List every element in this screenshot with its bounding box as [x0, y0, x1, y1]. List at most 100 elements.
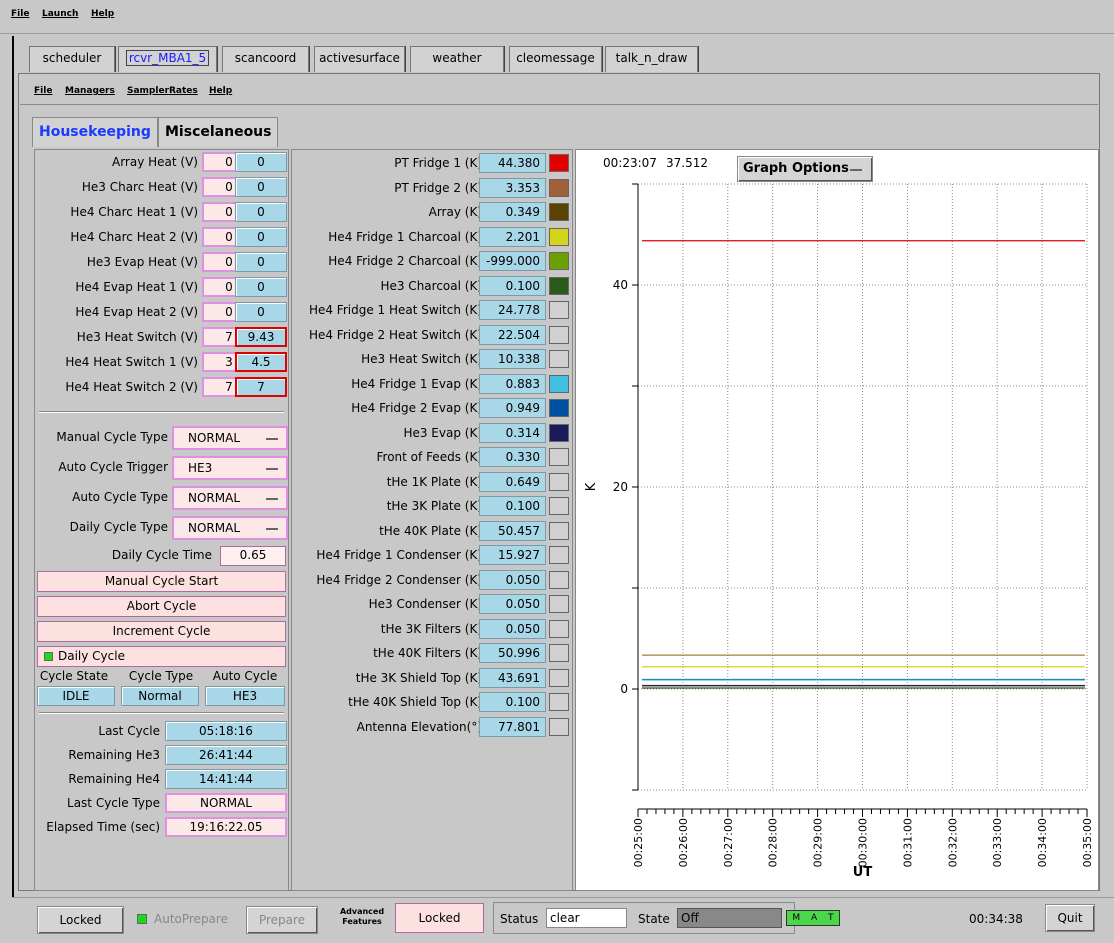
temperature-label: tHe 40K Filters (K): [373, 646, 482, 660]
series-color-swatch[interactable]: [549, 374, 569, 393]
cycle-select[interactable]: HE3: [172, 456, 288, 480]
cycle-select-label: Auto Cycle Trigger: [58, 460, 168, 474]
series-color-swatch[interactable]: [549, 570, 569, 589]
daily-cycle-toggle[interactable]: Daily Cycle: [37, 646, 286, 667]
tab-weather[interactable]: weather: [410, 46, 504, 72]
temperature-value: 43.691: [479, 667, 546, 688]
heater-label: He3 Charc Heat (V): [81, 180, 198, 194]
series-color-swatch[interactable]: [549, 252, 569, 270]
series-color-swatch[interactable]: [549, 399, 569, 417]
heater-readback: 0: [235, 202, 287, 222]
series-color-swatch[interactable]: [549, 546, 569, 564]
series-color-swatch[interactable]: [549, 448, 569, 466]
temperature-label: He4 Fridge 2 Evap (K): [351, 401, 482, 415]
temperature-value: 0.050: [479, 569, 546, 590]
series-color-swatch[interactable]: [549, 276, 569, 295]
series-color-swatch[interactable]: [549, 693, 569, 711]
submenu-help[interactable]: Help: [209, 86, 232, 96]
prepare-button[interactable]: Prepare: [246, 906, 318, 934]
series-color-swatch[interactable]: [549, 595, 569, 613]
submenu-managers[interactable]: Managers: [65, 86, 115, 96]
temperature-value: 44.380: [479, 153, 546, 173]
temperature-label: He3 Evap (K): [403, 425, 482, 440]
tab-rcvr[interactable]: rcvr_MBA1_5: [118, 46, 217, 72]
temperature-value: 50.457: [479, 520, 546, 541]
series-color-swatch[interactable]: [549, 668, 569, 687]
series-color-swatch[interactable]: [549, 472, 569, 491]
temperature-label: He4 Fridge 1 Evap (K): [351, 376, 482, 391]
menu-launch[interactable]: Launch: [42, 9, 78, 19]
advanced-locked-button[interactable]: Locked: [395, 903, 484, 933]
menu-file[interactable]: File: [11, 9, 29, 19]
temperature-value: 0.100: [479, 275, 546, 296]
tab-activesurface[interactable]: activesurface: [314, 46, 405, 72]
temperature-label: tHe 1K Plate (K): [386, 474, 482, 489]
series-color-swatch[interactable]: [549, 301, 569, 319]
temperature-label: Array (K): [428, 205, 482, 219]
temperature-value: 0.330: [479, 447, 546, 467]
abort-cycle-button[interactable]: Abort Cycle: [37, 596, 286, 617]
cycle-select[interactable]: NORMAL: [172, 486, 288, 510]
clock: 00:34:38: [969, 912, 1023, 926]
manual-cycle-start-button[interactable]: Manual Cycle Start: [37, 571, 286, 592]
heater-label: Array Heat (V): [112, 155, 198, 169]
series-color-swatch[interactable]: [549, 521, 569, 540]
state-label: State: [638, 912, 670, 926]
increment-cycle-button[interactable]: Increment Cycle: [37, 621, 286, 642]
cycle-state-value: IDLE: [37, 686, 115, 706]
temperature-label: Antenna Elevation(°): [356, 719, 482, 734]
heater-label: He4 Evap Heat 1 (V): [75, 280, 198, 294]
heater-label: He4 Heat Switch 1 (V): [65, 355, 198, 369]
submenu-file[interactable]: File: [34, 86, 52, 96]
autoprepare-indicator: [137, 914, 147, 924]
series-color-swatch[interactable]: [549, 178, 569, 197]
temperature-value: 0.314: [479, 422, 546, 443]
series-color-swatch[interactable]: [549, 497, 569, 515]
tab-cleomessage[interactable]: cleomessage: [509, 46, 602, 72]
heater-readback: 7: [235, 377, 287, 397]
tab-talk-n-draw[interactable]: talk_n_draw: [605, 46, 698, 72]
tab-scancoord[interactable]: scancoord: [222, 46, 309, 72]
series-color-swatch[interactable]: [549, 325, 569, 344]
series-color-swatch[interactable]: [549, 350, 569, 368]
cycle-info-value: 19:16:22.05: [165, 817, 287, 837]
submenu-samplerrates[interactable]: SamplerRates: [127, 86, 198, 96]
series-color-swatch[interactable]: [549, 227, 569, 246]
quit-button[interactable]: Quit: [1045, 904, 1095, 932]
y-tick-label: 20: [613, 480, 628, 494]
series-color-swatch[interactable]: [549, 423, 569, 442]
temperature-value: 0.100: [479, 496, 546, 516]
cycle-info-label: Remaining He3: [68, 748, 160, 762]
cycle-select[interactable]: NORMAL: [172, 516, 288, 540]
cycle-panel: Array Heat (V) 0 0 He3 Charc Heat (V) 0 0 He4 …: [34, 149, 289, 891]
cycle-select[interactable]: NORMAL: [172, 426, 288, 450]
heater-label: He3 Heat Switch (V): [76, 330, 198, 344]
tab-housekeeping[interactable]: Housekeeping: [32, 117, 158, 147]
cycle-info-value: 26:41:44: [165, 745, 287, 765]
cycle-info-value: 05:18:16: [165, 721, 287, 741]
series-color-swatch[interactable]: [549, 644, 569, 662]
series-color-swatch[interactable]: [549, 203, 569, 221]
heater-readback: 0: [235, 277, 287, 297]
menu-help[interactable]: Help: [91, 9, 114, 19]
series-color-swatch[interactable]: [549, 619, 569, 638]
temperature-label: PT Fridge 2 (K): [394, 180, 482, 195]
status-field: clear: [546, 908, 627, 928]
tab-scheduler[interactable]: scheduler: [29, 46, 115, 72]
temperature-label: He4 Fridge 1 Heat Switch (K): [308, 303, 482, 317]
heater-label: He4 Charc Heat 2 (V): [70, 230, 198, 244]
cycle-type-header: Cycle Type: [128, 669, 194, 683]
temperature-panel: PT Fridge 1 (K) 44.380 PT Fridge 2 (K) 3.35…: [291, 149, 573, 891]
temperature-label: tHe 40K Plate (K): [379, 523, 482, 538]
temperature-label: PT Fridge 1 (K): [394, 156, 482, 170]
temperature-graph[interactable]: 00:23:07 37.512 Graph Options 0 20 40 K 00:2…: [575, 149, 1099, 891]
locked-button[interactable]: Locked: [37, 906, 124, 934]
status-label: Status: [500, 912, 539, 926]
daily-cycle-time-input[interactable]: 0.65: [220, 546, 286, 566]
x-tick-label: 00:27:00: [722, 818, 735, 867]
autoprepare-checkbox[interactable]: AutoPrepare: [154, 912, 228, 926]
series-color-swatch[interactable]: [549, 717, 569, 736]
series-color-swatch[interactable]: [549, 154, 569, 172]
tab-miscelaneous[interactable]: Miscelaneous: [158, 117, 279, 147]
y-axis-label: K: [584, 482, 599, 491]
